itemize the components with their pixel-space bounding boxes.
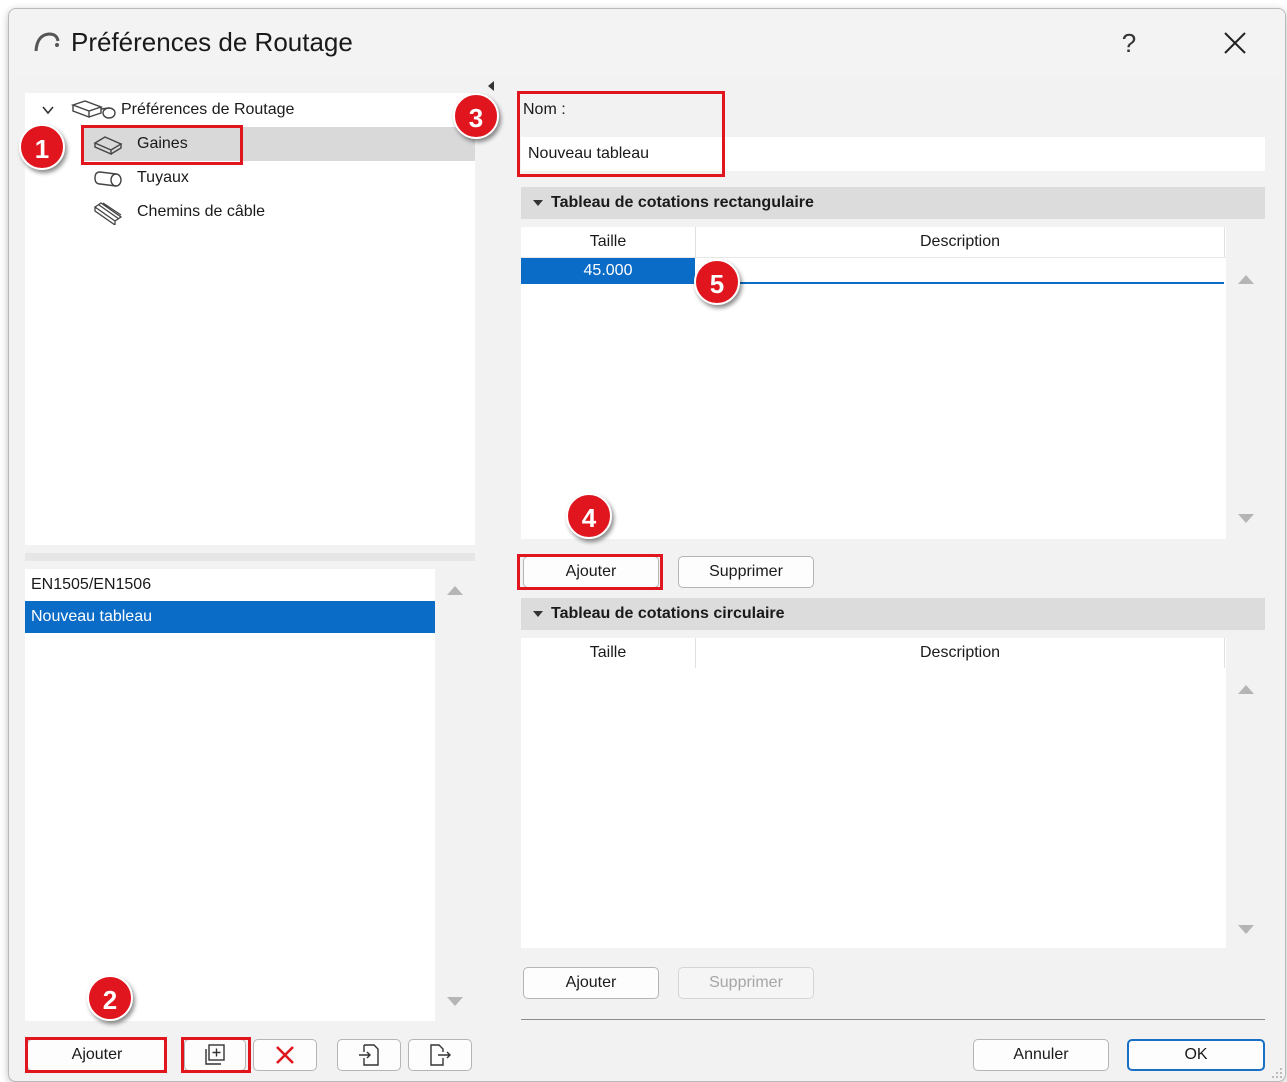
highlight-duplicate-button — [181, 1037, 251, 1073]
list-scroll-down-icon[interactable] — [447, 997, 463, 1006]
table-scroll-up-icon[interactable] — [1238, 275, 1254, 284]
dialog-title: Préférences de Routage — [71, 27, 353, 57]
circular-size-table: Taille Description — [521, 638, 1226, 948]
cable-tray-icon — [93, 202, 123, 225]
list-item[interactable]: EN1505/EN1506 — [25, 569, 435, 601]
tree-item-label: Préférences de Routage — [121, 101, 295, 118]
highlight-name-field — [517, 91, 725, 177]
ok-button[interactable]: OK — [1127, 1039, 1265, 1071]
export-button[interactable] — [408, 1039, 472, 1071]
column-header-description[interactable]: Description — [696, 227, 1224, 257]
pipe-icon — [94, 171, 122, 187]
annotation-badge-5: 5 — [694, 259, 740, 305]
tree-item-label: Tuyaux — [137, 169, 189, 186]
column-header-taille[interactable]: Taille — [521, 638, 695, 668]
help-button[interactable]: ? — [1109, 23, 1149, 63]
title-bar: Préférences de Routage ? — [9, 9, 1285, 75]
table-scroll-down-icon[interactable] — [1238, 925, 1254, 934]
remove-rect-row-button[interactable]: Supprimer — [678, 556, 814, 588]
delete-x-icon — [276, 1046, 294, 1064]
tree-item-tuyaux[interactable]: Tuyaux — [81, 161, 475, 195]
section-header-circular[interactable]: Tableau de cotations circulaire — [521, 598, 1265, 630]
tree-item-label: Chemins de câble — [137, 203, 266, 220]
delete-button[interactable] — [253, 1039, 317, 1071]
annotation-badge-2: 2 — [87, 975, 133, 1021]
import-button[interactable] — [337, 1039, 401, 1071]
table-cell-description-editing[interactable] — [696, 258, 1224, 284]
export-icon — [430, 1044, 451, 1066]
column-divider — [1224, 638, 1225, 668]
routing-root-icon — [71, 100, 116, 119]
highlight-add-row-button — [517, 554, 663, 590]
table-scroll-down-icon[interactable] — [1238, 514, 1254, 523]
footer-divider — [521, 1019, 1265, 1020]
cancel-button[interactable]: Annuler — [973, 1039, 1109, 1071]
panel-collapse-icon[interactable] — [487, 81, 495, 91]
tree-item-root[interactable]: Préférences de Routage — [25, 93, 475, 127]
column-header-taille[interactable]: Taille — [521, 227, 695, 257]
add-circ-row-button[interactable]: Ajouter — [523, 967, 659, 999]
close-icon[interactable] — [1215, 23, 1255, 63]
highlight-add-button — [25, 1037, 167, 1073]
remove-circ-row-button[interactable]: Supprimer — [678, 967, 814, 999]
list-scroll-up-icon[interactable] — [447, 586, 463, 595]
table-scroll-up-icon[interactable] — [1238, 685, 1254, 694]
routing-app-icon — [34, 32, 60, 52]
collapse-triangle-icon — [533, 200, 543, 206]
import-icon — [359, 1044, 379, 1066]
column-header-description[interactable]: Description — [696, 638, 1224, 668]
resize-grip-icon[interactable] — [1271, 1067, 1283, 1079]
table-cell-taille[interactable]: 45.000 — [521, 258, 695, 284]
annotation-badge-4: 4 — [566, 493, 612, 539]
routing-preferences-dialog: Préférences de Routage ? Préférences de … — [8, 8, 1286, 1082]
rectangular-size-table: Taille Description 45.000 — [521, 227, 1226, 539]
column-divider — [1224, 227, 1225, 257]
section-header-rectangular[interactable]: Tableau de cotations rectangulaire — [521, 187, 1265, 219]
list-item-selected[interactable]: Nouveau tableau — [25, 601, 435, 633]
section-title: Tableau de cotations rectangulaire — [551, 194, 814, 211]
standards-list: EN1505/EN1506 Nouveau tableau — [25, 569, 435, 1021]
collapse-triangle-icon — [533, 611, 543, 617]
annotation-badge-3: 3 — [453, 93, 499, 139]
chevron-down-icon[interactable] — [41, 103, 55, 117]
highlight-gaines — [81, 125, 243, 165]
panel-splitter[interactable] — [25, 553, 475, 561]
tree-item-chemins-de-cable[interactable]: Chemins de câble — [81, 195, 475, 229]
section-title: Tableau de cotations circulaire — [551, 605, 785, 622]
annotation-badge-1: 1 — [19, 124, 65, 170]
